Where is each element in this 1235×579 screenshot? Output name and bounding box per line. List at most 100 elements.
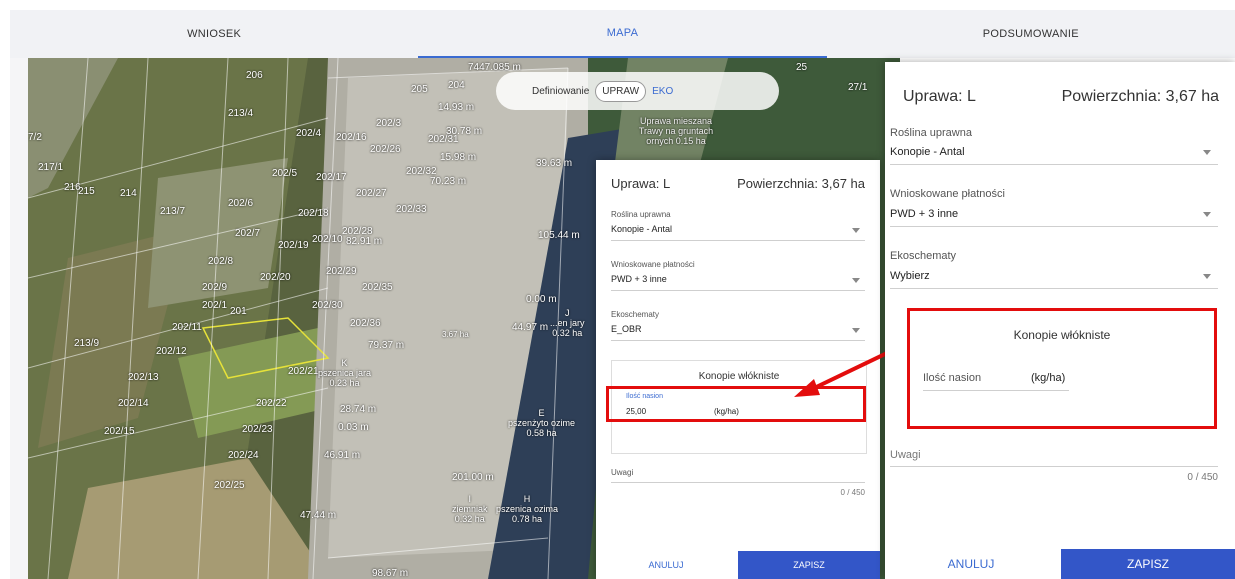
dialog-header: Uprawa: L Powierzchnia: 3,67 ha: [611, 176, 865, 191]
seeds-unit: (kg/ha): [714, 407, 739, 416]
field-underline: [890, 288, 1218, 289]
crop-label: Epszenżyto ozime 0.58 ha: [508, 408, 576, 438]
parcel-label: 202/30: [312, 300, 343, 311]
parcel-label: 202/8: [208, 256, 234, 267]
parcel-label: 215: [78, 186, 95, 197]
chevron-down-icon[interactable]: [852, 328, 860, 333]
crop-label: Roślina uprawna: [890, 127, 972, 139]
parcel-label: 213/9: [74, 338, 100, 349]
eco-select[interactable]: E_OBR: [611, 324, 642, 334]
measurement-label: 28.74 m: [340, 404, 377, 415]
parcel-label: 202/14: [118, 398, 149, 409]
parcel-label: 202/26: [370, 144, 401, 155]
parcel-label: 205: [411, 84, 428, 95]
save-button[interactable]: ZAPISZ: [738, 551, 880, 579]
cancel-button[interactable]: ANULUJ: [596, 551, 736, 579]
parcel-label: 202/4: [296, 128, 322, 139]
measurement-label: 82.91 m: [346, 236, 383, 247]
measurement-label: 44.97 m: [512, 322, 549, 333]
seeds-input[interactable]: [923, 390, 1069, 391]
tab-mapa[interactable]: MAPA: [418, 10, 827, 58]
mode-option-upraw[interactable]: UPRAW: [595, 80, 647, 102]
notes-label: Uwagi: [611, 468, 634, 477]
parcel-label: 202/24: [228, 450, 259, 461]
save-button[interactable]: ZAPISZ: [1061, 549, 1235, 579]
highlight-box: [907, 308, 1217, 429]
payments-label: Wnioskowane płatności: [890, 188, 1005, 200]
eco-label: Ekoschematy: [611, 310, 660, 319]
parcel-label: 202/22: [256, 398, 287, 409]
notes-counter: 0 / 450: [840, 488, 865, 497]
chevron-down-icon[interactable]: [1203, 150, 1211, 155]
measurement-label: 30.78 m: [446, 126, 483, 137]
cancel-button[interactable]: ANULUJ: [885, 549, 1057, 579]
parcel-label: 202/1: [202, 300, 228, 311]
crop-select[interactable]: Konopie - Antal: [611, 224, 672, 234]
parcel-label: 202/29: [326, 266, 357, 277]
tab-podsumowanie[interactable]: PODSUMOWANIE: [827, 10, 1235, 58]
chevron-down-icon[interactable]: [852, 228, 860, 233]
tab-wniosek[interactable]: WNIOSEK: [10, 10, 418, 58]
crop-label: Hpszenica ozima 0.78 ha: [496, 494, 559, 524]
payments-label: Wnioskowane płatności: [611, 260, 695, 269]
field-underline: [890, 226, 1218, 227]
crop-label: Roślina uprawna: [611, 210, 671, 219]
parcel-label: 202/35: [362, 282, 393, 293]
seeds-unit: (kg/ha): [1031, 372, 1066, 384]
dialog-title: Uprawa: L: [611, 176, 671, 191]
parcel-label: 204: [448, 80, 465, 91]
notes-field[interactable]: [890, 466, 1218, 467]
mode-toggle: Definiowanie UPRAW EKO: [496, 72, 779, 110]
chevron-down-icon[interactable]: [1203, 274, 1211, 279]
parcel-label: 214: [120, 188, 137, 199]
parcel-label: 202/19: [278, 240, 309, 251]
field-underline: [611, 240, 865, 241]
notes-counter: 0 / 450: [1187, 472, 1218, 483]
parcel-label: 217/1: [38, 162, 64, 173]
top-tabs: WNIOSEK MAPA PODSUMOWANIE: [10, 10, 1235, 58]
parcel-label: 202/18: [298, 208, 329, 219]
seeds-input[interactable]: 25,00: [626, 407, 646, 416]
parcel-label: 27/1: [848, 82, 868, 93]
dialog-area: Powierzchnia: 3,67 ha: [1061, 88, 1219, 105]
payments-select[interactable]: PWD + 3 inne: [611, 274, 667, 284]
payments-select[interactable]: PWD + 3 inne: [890, 208, 958, 220]
eco-select[interactable]: Wybierz: [890, 270, 930, 282]
mode-option-eko[interactable]: EKO: [652, 86, 673, 97]
measurement-label: 105.44 m: [538, 230, 580, 241]
crop-select[interactable]: Konopie - Antal: [890, 146, 965, 158]
parcel-label: 202/20: [260, 272, 291, 283]
parcel-label: 7/2: [28, 132, 42, 143]
dialog-header: Uprawa: L Powierzchnia: 3,67 ha: [903, 88, 1219, 106]
mode-toggle-label: Definiowanie: [532, 85, 590, 97]
parcel-label: 202/10: [312, 234, 343, 245]
parcel-label: 206: [246, 70, 263, 81]
measurement-label: 46.91 m: [324, 450, 361, 461]
parcel-label: 202/23: [242, 424, 273, 435]
parcel-label: 202/9: [202, 282, 228, 293]
parcel-label: 201: [230, 306, 247, 317]
seeds-label: Ilość nasion: [626, 393, 663, 400]
seeds-label: Ilość nasion: [923, 372, 982, 384]
parcel-label: 202/36: [350, 318, 381, 329]
field-underline: [890, 164, 1218, 165]
notes-field[interactable]: [611, 482, 865, 483]
chevron-down-icon[interactable]: [1203, 212, 1211, 217]
parcel-label: 202/25: [214, 480, 245, 491]
left-panel-edge: [10, 58, 29, 579]
eco-label: Ekoschematy: [890, 250, 957, 262]
measurement-label: 39.63 m: [536, 158, 573, 169]
measurement-label: 79.37 m: [368, 340, 405, 351]
area-label: 3.67 ha: [442, 330, 469, 339]
measurement-label: 47.44 m: [300, 510, 337, 521]
crop-label: J ...en jary 0.32 ha: [550, 308, 585, 338]
parcel-label: 213/4: [228, 108, 254, 119]
chevron-down-icon[interactable]: [852, 278, 860, 283]
parcel-label: 202/13: [128, 372, 159, 383]
crop-label: Iziemniak 0.32 ha: [452, 494, 488, 524]
parcel-label: 202/33: [396, 204, 427, 215]
measurement-label: 0.03 m: [338, 422, 369, 433]
dialog-title: Uprawa: L: [903, 88, 976, 105]
measurement-label: 70.23 m: [430, 176, 467, 187]
crop-label: Kpszenica jara 0.23 ha: [318, 358, 372, 388]
